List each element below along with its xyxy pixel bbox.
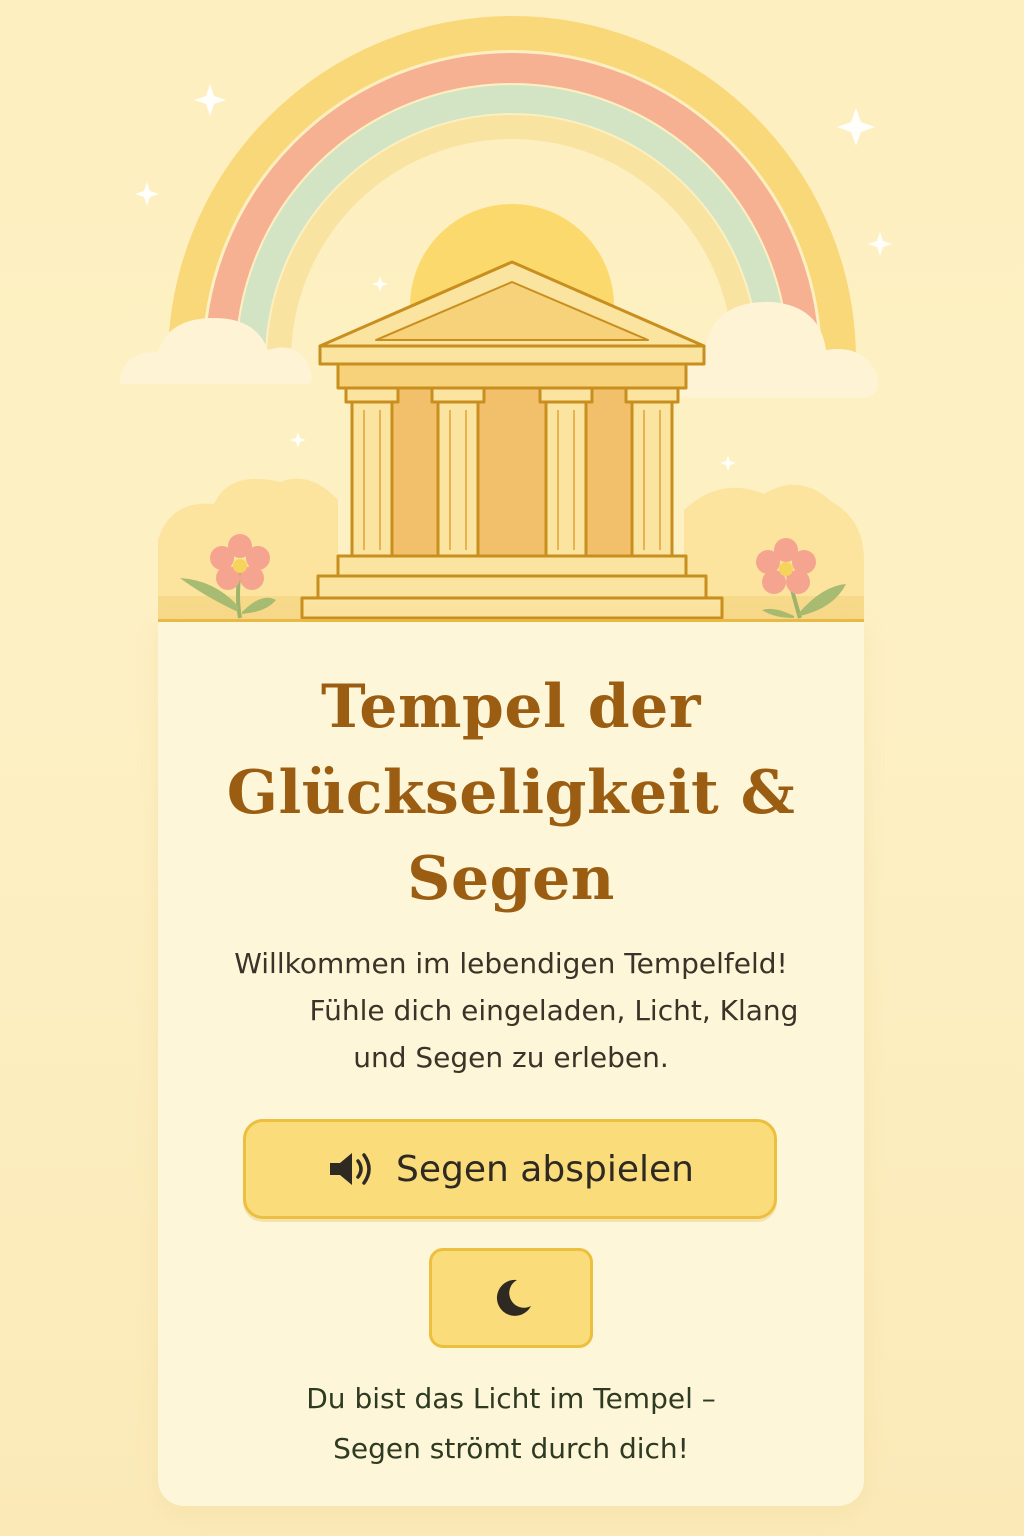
title-line-3: Segen	[407, 844, 615, 914]
hero-illustration	[0, 0, 1024, 640]
welcome-line-3: und Segen zu erleben.	[353, 1041, 669, 1074]
temple-icon	[300, 260, 724, 620]
speaker-icon	[330, 1153, 371, 1185]
title-line-2: Glückseligkeit &	[226, 758, 796, 828]
moon-icon	[496, 1279, 531, 1316]
play-blessing-label: Segen abspielen	[396, 1148, 694, 1190]
welcome-line-1: Willkommen im lebendigen Tempelfeld!	[234, 947, 788, 980]
closing-line-1: Du bist das Licht im Tempel –	[306, 1382, 716, 1415]
page-title: Tempel der Glückseligkeit & Segen	[158, 664, 864, 922]
title-line-1: Tempel der	[321, 672, 701, 742]
play-blessing-button[interactable]: Segen abspielen	[243, 1119, 777, 1219]
hero-scene	[120, 16, 892, 620]
night-mode-button[interactable]	[429, 1248, 593, 1348]
closing-line-2: Segen strömt durch dich!	[333, 1432, 689, 1465]
welcome-text: Willkommen im lebendigen Tempelfeld! Füh…	[198, 940, 824, 1081]
content-card: Tempel der Glückseligkeit & Segen Willko…	[158, 619, 864, 1506]
closing-text: Du bist das Licht im Tempel – Segen strö…	[158, 1374, 864, 1474]
welcome-line-2: Fühle dich eingeladen, Licht, Klang	[309, 994, 799, 1027]
